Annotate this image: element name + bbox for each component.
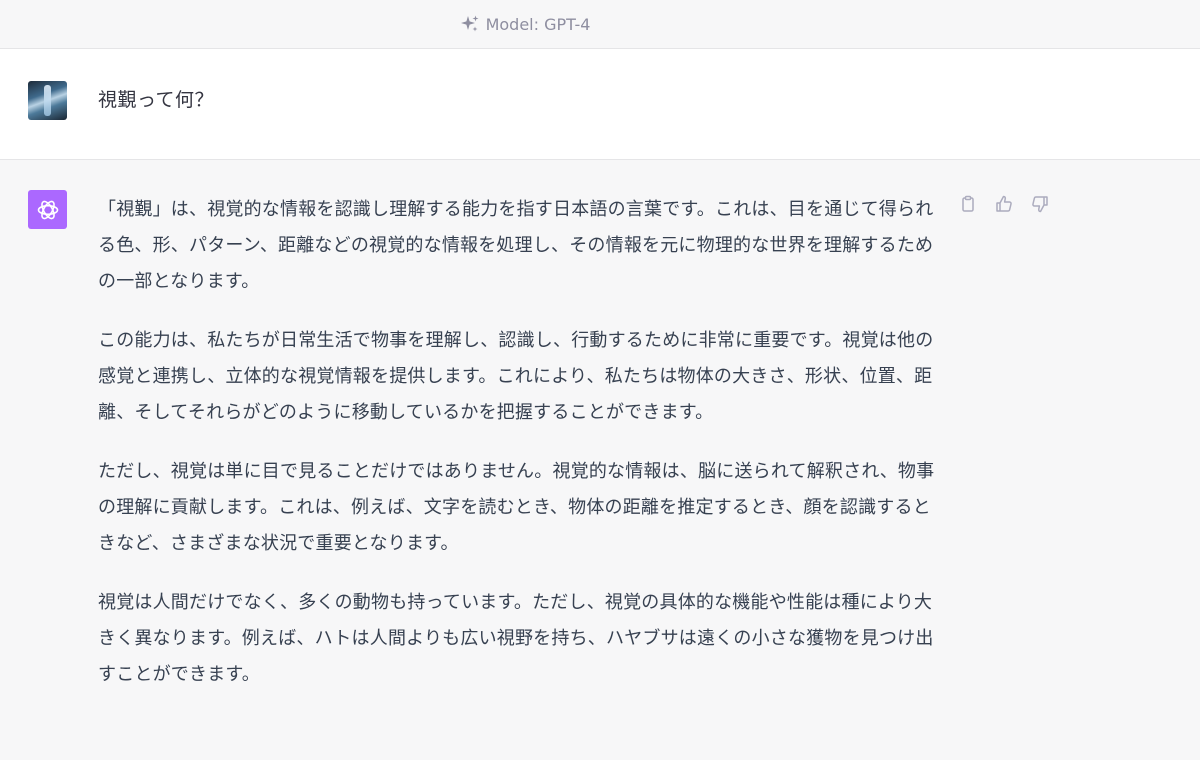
message-paragraph: 視覚は人間だけでなく、多くの動物も持っています。ただし、視覚の具体的な機能や性能… <box>98 592 934 685</box>
chat-header: Model: GPT-4 <box>0 0 1200 49</box>
assistant-message-row: 「視覲」は、視覚的な情報を認識し理解する能力を指す日本語の言葉です。これは、目を… <box>0 160 1200 760</box>
clipboard-icon <box>959 195 977 217</box>
thumbs-down-icon <box>1030 194 1050 218</box>
copy-button[interactable] <box>958 195 978 217</box>
message-paragraph: ただし、視覚は単に目で見ることだけではありません。視覚的な情報は、脳に送られて解… <box>98 461 935 554</box>
model-label-text: Model: GPT-4 <box>485 14 591 34</box>
message-paragraph: この能力は、私たちが日常生活で物事を理解し、認識し、行動するために非常に重要です… <box>98 330 934 423</box>
message-paragraph: 「視覲」は、視覚的な情報を認識し理解する能力を指す日本語の言葉です。これは、目を… <box>98 199 934 292</box>
sparkles-icon <box>460 14 480 34</box>
assistant-message-body: 「視覲」は、視覚的な情報を認識し理解する能力を指す日本語の言葉です。これは、目を… <box>98 192 948 716</box>
message-actions <box>958 194 1050 218</box>
user-message-row: 視覲って何？ <box>0 49 1200 160</box>
model-indicator: Model: GPT-4 <box>460 14 591 34</box>
user-avatar <box>28 81 67 120</box>
user-message-text: 視覲って何？ <box>98 89 215 111</box>
thumbs-up-icon <box>994 194 1014 218</box>
thumbs-up-button[interactable] <box>994 194 1014 218</box>
thumbs-down-button[interactable] <box>1030 196 1050 216</box>
openai-logo-icon <box>28 190 67 229</box>
